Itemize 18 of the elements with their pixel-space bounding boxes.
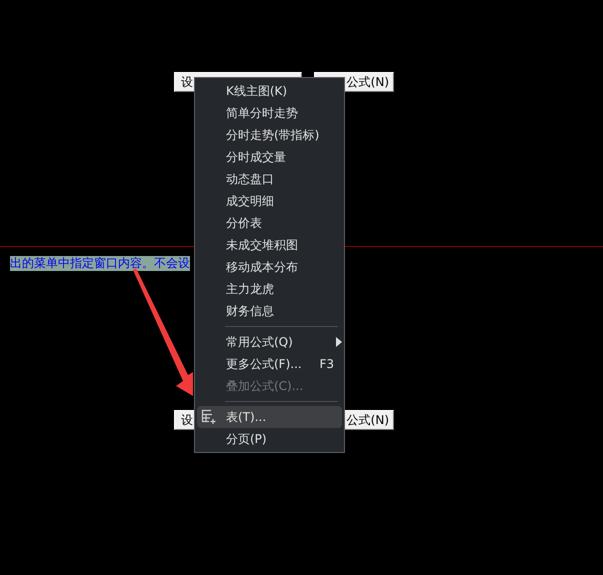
table-add-icon [201,409,217,425]
menu-item[interactable]: 移动成本分布 [197,256,342,278]
menu-item[interactable]: 分时走势(带指标) [197,124,342,146]
menu-item[interactable]: 成交明细 [197,190,342,212]
menu-item[interactable]: 分时成交量 [197,146,342,168]
menu-item[interactable]: 财务信息 [197,300,342,322]
menu-item[interactable]: 分价表 [197,212,342,234]
menu-item[interactable]: 动态盘口 [197,168,342,190]
menu-item[interactable]: 简单分时走势 [197,102,342,124]
shortcut-text: F3 [319,356,334,373]
menu-item[interactable]: 主力龙虎 [197,278,342,300]
menu-item[interactable]: 分页(P) [197,428,342,450]
menu-item[interactable]: 更多公式(F)... F3 [197,353,342,375]
menu-item[interactable]: 未成交堆积图 [197,234,342,256]
menu-item[interactable]: 常用公式(Q) [197,331,342,353]
submenu-arrow-icon [336,337,342,347]
menu-item[interactable]: 表(T)... [197,406,342,428]
hint-text: 出的菜单中指定窗口内容。不会设 [10,256,190,271]
